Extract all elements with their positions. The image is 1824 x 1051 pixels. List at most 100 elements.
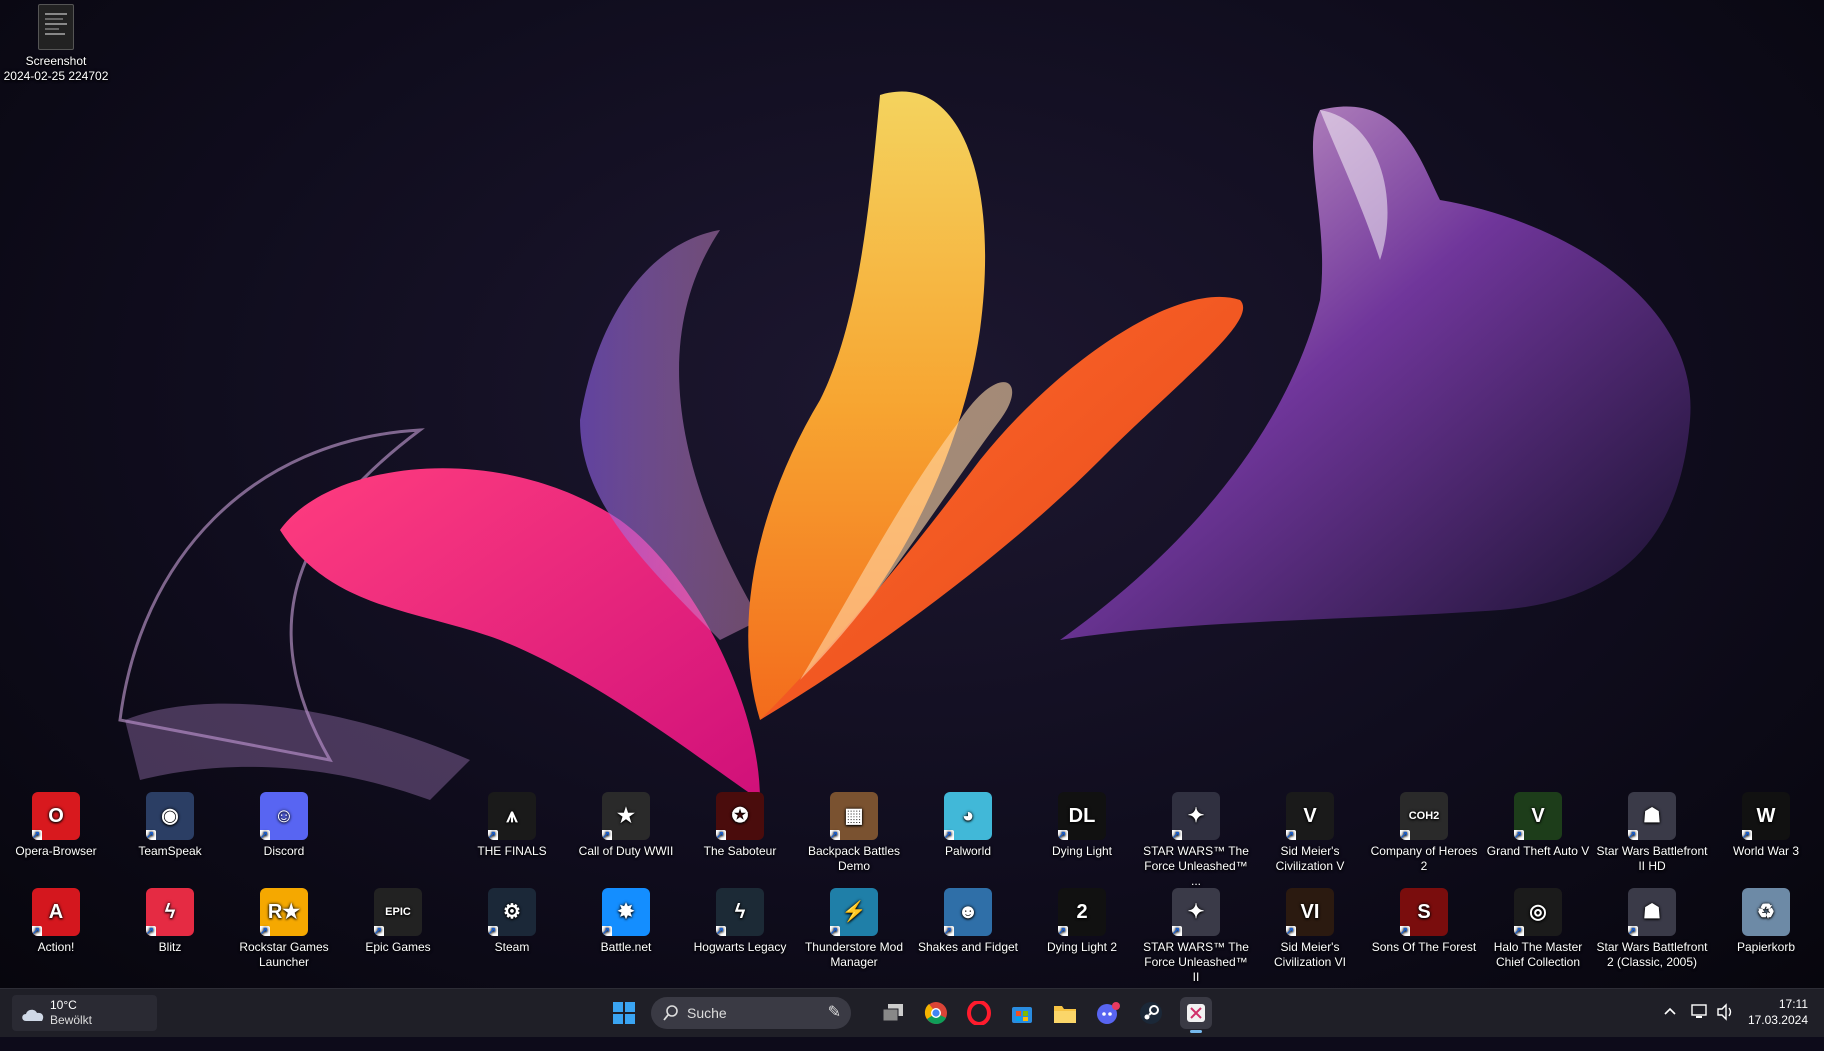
desktop-icon[interactable]: 2 ↗ Dying Light 2	[1026, 888, 1138, 955]
halo-icon: ◎ ↗	[1514, 888, 1562, 936]
desktop-icon-label: Epic Games	[365, 940, 431, 954]
desktop-icon[interactable]: ✦ ↗ STAR WARS™ The Force Unleashed™ II	[1140, 888, 1252, 985]
sons-forest-icon: S ↗	[1400, 888, 1448, 936]
desktop-icon[interactable]: ϟ ↗ Blitz	[114, 888, 226, 955]
desktop-icon[interactable]: DL ↗ Dying Light	[1026, 792, 1138, 859]
desktop-icon[interactable]: ◉ ↗ TeamSpeak	[114, 792, 226, 859]
gta-v-icon: V ↗	[1514, 792, 1562, 840]
desktop-icon-label: Star Wars Battlefront II HD	[1596, 844, 1708, 873]
shortcut-arrow-icon: ↗	[488, 830, 498, 840]
desktop-icon[interactable]: ⚡ ↗ Thunderstore Mod Manager	[798, 888, 910, 970]
desktop-icon[interactable]: ★ ↗ Call of Duty WWII	[570, 792, 682, 859]
desktop-icon[interactable]: EPIC ↗ Epic Games	[342, 888, 454, 955]
desktop-icon[interactable]: ☗ ↗ Star Wars Battlefront 2 (Classic, 2005…	[1596, 888, 1708, 970]
desktop-icon[interactable]: ✦ ↗ STAR WARS™ The Force Unleashed™ ...	[1140, 792, 1252, 889]
shortcut-arrow-icon: ↗	[944, 926, 954, 936]
discord-taskbar-icon[interactable]	[1092, 997, 1124, 1029]
file-explorer-icon[interactable]	[1049, 997, 1081, 1029]
opera-icon: O ↗	[32, 792, 80, 840]
desktop-icon[interactable]: ϟ ↗ Hogwarts Legacy	[684, 888, 796, 955]
desktop-icon-label: STAR WARS™ The Force Unleashed™ ...	[1143, 844, 1249, 888]
desktop-icon[interactable]: ✪ ↗ The Saboteur	[684, 792, 796, 859]
shortcut-arrow-icon: ↗	[1628, 830, 1638, 840]
opera-taskbar-icon[interactable]	[963, 997, 995, 1029]
desktop-icon[interactable]: W ↗ World War 3	[1710, 792, 1822, 859]
start-button[interactable]	[608, 997, 640, 1029]
desktop-icon-label: Halo The Master Chief Collection	[1493, 940, 1583, 969]
desktop-icon-label: Dying Light 2	[1046, 940, 1118, 954]
desktop-icon-label: Sons Of The Forest	[1371, 940, 1477, 954]
shortcut-arrow-icon: ↗	[1286, 830, 1296, 840]
desktop-icon[interactable]: ☺ ↗ Discord	[228, 792, 340, 859]
desktop-icon[interactable]: ◕ ↗ Palworld	[912, 792, 1024, 859]
desktop-icon[interactable]: R★ ↗ Rockstar Games Launcher	[228, 888, 340, 970]
desktop-icon-label: The Saboteur	[703, 844, 777, 858]
desktop-icon-label: Shakes and Fidget	[917, 940, 1019, 954]
blitz-icon: ϟ ↗	[146, 888, 194, 936]
desktop-icon-label: Backpack Battles Demo	[807, 844, 901, 873]
shortcut-arrow-icon: ↗	[146, 830, 156, 840]
desktop-icon-label: Dying Light	[1051, 844, 1113, 858]
search-placeholder: Suche	[687, 1005, 727, 1021]
shakes-fidget-icon: ☻ ↗	[944, 888, 992, 936]
civilization-v-icon: V ↗	[1286, 792, 1334, 840]
desktop-icon[interactable]: ▦ ↗ Backpack Battles Demo	[798, 792, 910, 874]
discord-icon: ☺ ↗	[260, 792, 308, 840]
shortcut-arrow-icon: ↗	[260, 926, 270, 936]
desktop-icon-label: Opera-Browser	[15, 844, 97, 858]
shortcut-arrow-icon: ↗	[32, 830, 42, 840]
task-view-icon[interactable]	[877, 997, 909, 1029]
chevron-up-icon[interactable]	[1662, 1003, 1682, 1051]
desktop-icon-label: Discord	[263, 844, 305, 858]
desktop-icon-label: Sid Meier's Civilization VI	[1273, 940, 1347, 969]
desktop-icon-label: Action!	[37, 940, 75, 954]
desktop-icon[interactable]: ◎ ↗ Halo The Master Chief Collection	[1482, 888, 1594, 970]
desktop-icon[interactable]: ♻ Papierkorb	[1710, 888, 1822, 955]
clock[interactable]: 17:11 17.03.2024	[1740, 989, 1820, 1037]
desktop-icon[interactable]: ✸ ↗ Battle.net	[570, 888, 682, 955]
desktop-icon[interactable]: V ↗ Grand Theft Auto V	[1482, 792, 1594, 859]
shortcut-arrow-icon: ↗	[1286, 926, 1296, 936]
recycle-bin-icon: ♻	[1742, 888, 1790, 936]
shortcut-arrow-icon: ↗	[260, 830, 270, 840]
desktop-icon[interactable]: ☻ ↗ Shakes and Fidget	[912, 888, 1024, 955]
hogwarts-legacy-icon: ϟ ↗	[716, 888, 764, 936]
desktop-icon[interactable]: V ↗ Sid Meier's Civilization V	[1254, 792, 1366, 874]
desktop-icon[interactable]: COH2 ↗ Company of Heroes 2	[1368, 792, 1480, 874]
desktop-icon[interactable]: A ↗ Action!	[0, 888, 112, 955]
shortcut-arrow-icon: ↗	[1400, 830, 1410, 840]
steam-taskbar-icon[interactable]	[1135, 997, 1167, 1029]
desktop-icon-label: STAR WARS™ The Force Unleashed™ II	[1143, 940, 1249, 984]
desktop-icon[interactable]: ⩚ ↗ THE FINALS	[456, 792, 568, 859]
backpack-icon: ▦ ↗	[830, 792, 878, 840]
desktop-icon-label: Thunderstore Mod Manager	[804, 940, 904, 969]
desktop-icon[interactable]: ⚙ ↗ Steam	[456, 888, 568, 955]
desktop-icon-label: Star Wars Battlefront 2 (Classic, 2005)	[1596, 940, 1708, 969]
volume-icon[interactable]	[1716, 1003, 1738, 1051]
taskbar-search[interactable]: Suche ✎	[651, 997, 851, 1029]
desktop-icon-label: Steam	[494, 940, 530, 954]
desktop-icon[interactable]: ☗ ↗ Star Wars Battlefront II HD	[1596, 792, 1708, 874]
shortcut-arrow-icon: ↗	[488, 926, 498, 936]
shortcut-arrow-icon: ↗	[1514, 926, 1524, 936]
desktop-icon[interactable]: O ↗ Opera-Browser	[0, 792, 112, 859]
battlefront-icon: ☗ ↗	[1628, 792, 1676, 840]
network-icon[interactable]	[1690, 1003, 1712, 1051]
chrome-icon[interactable]	[920, 997, 952, 1029]
shortcut-arrow-icon: ↗	[1172, 830, 1182, 840]
shortcut-arrow-icon: ↗	[602, 830, 612, 840]
shortcut-arrow-icon: ↗	[146, 926, 156, 936]
shortcut-arrow-icon: ↗	[32, 926, 42, 936]
weather-desc: Bewölkt	[50, 1013, 93, 1027]
desktop-icon[interactable]: VI ↗ Sid Meier's Civilization VI	[1254, 888, 1366, 970]
shortcut-arrow-icon: ↗	[1400, 926, 1410, 936]
desktop-icon[interactable]: S ↗ Sons Of The Forest	[1368, 888, 1480, 955]
desktop-icon-screenshot[interactable]: Screenshot 2024-02-25 224702	[0, 4, 112, 84]
desktop-icon-label: Palworld	[944, 844, 992, 858]
the-finals-icon: ⩚ ↗	[488, 792, 536, 840]
teamspeak-icon: ◉ ↗	[146, 792, 194, 840]
snipping-tool-icon[interactable]	[1180, 997, 1212, 1033]
weather-widget[interactable]: 10°C Bewölkt	[12, 995, 157, 1031]
weather-temp: 10°C	[50, 998, 77, 1012]
microsoft-store-icon[interactable]	[1006, 997, 1038, 1029]
